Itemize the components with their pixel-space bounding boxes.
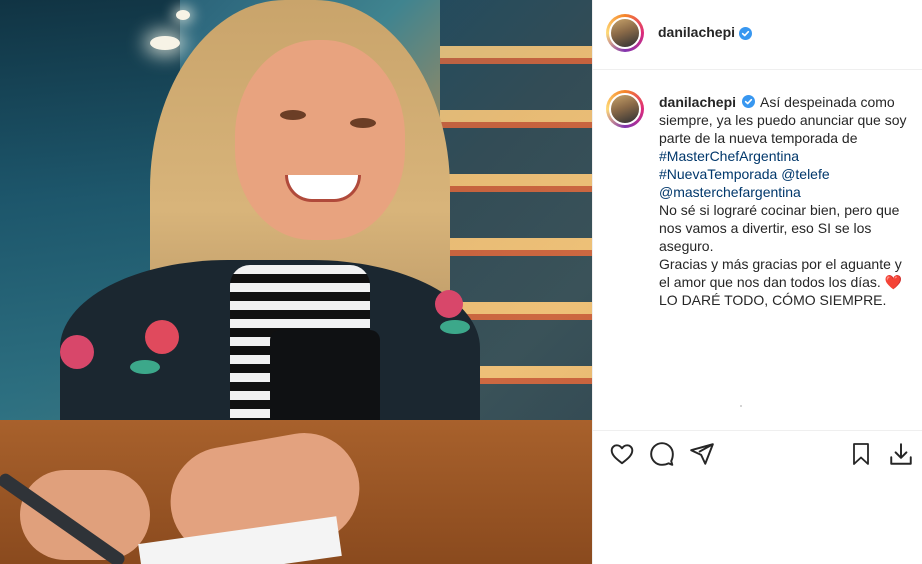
face [235, 40, 405, 240]
scroll-dot [740, 405, 742, 407]
caption-line-1: danilachepi Así despeinada como [659, 93, 919, 111]
caption-username[interactable]: danilachepi [659, 94, 736, 110]
bookmark-icon [853, 443, 869, 465]
comment-button[interactable] [648, 440, 676, 468]
avatar-image [609, 93, 641, 125]
caption-text: No sé si lograré cocinar bien, pero que [659, 202, 900, 218]
mention-link[interactable]: @telefe [781, 166, 829, 182]
caption-text: aseguro. [659, 238, 714, 254]
header-avatar[interactable] [606, 14, 644, 52]
mention-link[interactable]: @masterchefargentina [659, 184, 801, 200]
flower-print [60, 335, 94, 369]
avatar-image [609, 17, 641, 49]
caption-text: siempre, ya les puedo anunciar que soy [659, 112, 907, 128]
verified-badge-icon [739, 27, 752, 40]
heart-icon [610, 444, 634, 465]
caption-text: el amor que nos dan todos los días. [659, 274, 881, 290]
header-username[interactable]: danilachepi [658, 24, 735, 40]
caption-text: nos vamos a divertir, eso SI se los [659, 220, 872, 236]
share-icon [690, 443, 714, 465]
like-button[interactable] [608, 440, 636, 468]
ceiling-lamp [150, 36, 180, 50]
download-icon [890, 443, 912, 465]
flower-print [435, 290, 463, 318]
eye [350, 118, 376, 128]
verified-badge-icon [741, 95, 755, 108]
post-side-panel: danilachepi danilachepi Así despeinada c… [592, 0, 922, 564]
post-photo [0, 0, 592, 564]
post-caption: danilachepi Así despeinada como siempre,… [659, 93, 919, 309]
download-button[interactable] [887, 440, 915, 468]
flower-print [145, 320, 179, 354]
caption-text: Así despeinada como [760, 94, 895, 110]
eye [280, 110, 306, 120]
caption-text: LO DARÉ TODO, CÓMO SIEMPRE. [659, 292, 887, 308]
comment-icon [650, 442, 674, 466]
share-button[interactable] [688, 440, 716, 468]
post-actions [593, 440, 922, 474]
ceiling-lamp [176, 10, 190, 20]
hashtag-link[interactable]: #MasterChefArgentina [659, 148, 799, 164]
divider [593, 430, 922, 431]
caption-text: Gracias y más gracias por el aguante y [659, 256, 902, 272]
caption-avatar[interactable] [606, 90, 644, 128]
hashtag-link[interactable]: #NuevaTemporada [659, 166, 777, 182]
save-button[interactable] [847, 440, 875, 468]
leaf-print [130, 360, 160, 374]
heart-emoji: ❤️ [884, 274, 903, 290]
caption-text: parte de la nueva temporada de [659, 130, 858, 146]
post-header: danilachepi [593, 0, 922, 70]
leaf-print [440, 320, 470, 334]
hand-with-pen [20, 470, 150, 560]
